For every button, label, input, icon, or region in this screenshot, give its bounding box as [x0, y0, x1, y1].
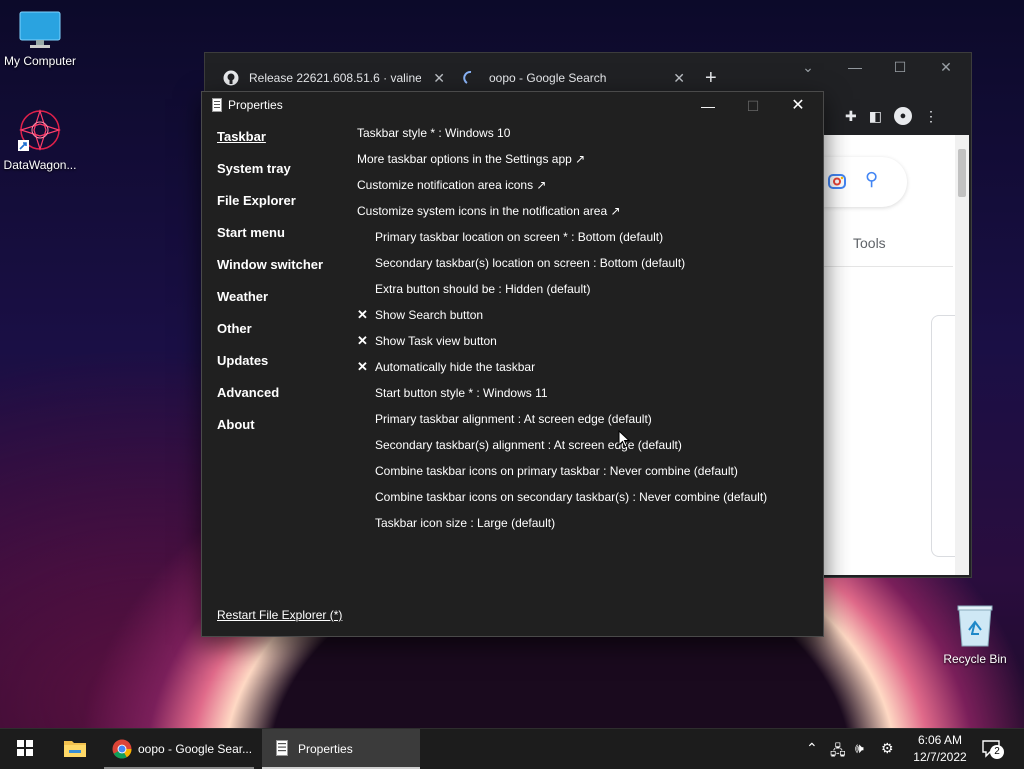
desktop-icon-datawagon[interactable]: DataWagon...	[0, 108, 80, 172]
desktop-icon-label: DataWagon...	[3, 158, 77, 172]
chrome-toolbar: ✚ ◧ ● ⋮	[815, 99, 969, 133]
volume-icon[interactable]: 🕪	[855, 740, 864, 757]
nav-about[interactable]: About	[217, 417, 255, 432]
desktop-icon-my-computer[interactable]: My Computer	[0, 10, 80, 68]
link-more-taskbar-options[interactable]: More taskbar options in the Settings app…	[357, 152, 585, 166]
minimize-icon[interactable]: —	[840, 59, 870, 75]
tab-title: oopo - Google Search	[489, 71, 607, 85]
option-show-task-view-button[interactable]: Show Task view button	[375, 334, 497, 348]
nav-file-explorer[interactable]: File Explorer	[217, 193, 296, 208]
checked-icon: ✕	[357, 359, 368, 374]
notification-center-icon[interactable]: 2	[982, 739, 1004, 759]
chrome-menu-icon[interactable]: ⋮	[924, 108, 938, 125]
option-extra-button[interactable]: Extra button should be : Hidden (default…	[375, 282, 590, 296]
tools-tab[interactable]: Tools	[853, 235, 886, 251]
option-secondary-alignment[interactable]: Secondary taskbar(s) alignment : At scre…	[375, 438, 682, 452]
option-auto-hide-taskbar[interactable]: Automatically hide the taskbar	[375, 360, 535, 374]
clock[interactable]: 6:06 AM 12/7/2022	[908, 732, 972, 766]
option-start-button-style[interactable]: Start button style * : Windows 11	[375, 386, 548, 400]
taskbar-properties[interactable]: Properties	[262, 729, 420, 769]
network-icon[interactable]: 🖧	[830, 740, 846, 764]
properties-icon	[212, 98, 222, 117]
loading-spinner-icon	[463, 70, 479, 86]
taskbar: oopo - Google Sear... Properties ⌃ 🖧 🕪 ⚙…	[0, 728, 1024, 769]
desktop-icon-recycle-bin[interactable]: Recycle Bin	[935, 604, 1015, 666]
settings-gear-icon[interactable]: ⚙	[881, 740, 894, 757]
side-panel-icon[interactable]: ◧	[869, 108, 882, 125]
taskbar-chrome[interactable]: oopo - Google Sear...	[104, 729, 254, 769]
new-tab-button[interactable]: +	[705, 67, 717, 90]
checked-icon: ✕	[357, 307, 368, 322]
close-window-icon[interactable]: ✕	[931, 59, 961, 76]
notification-count-badge: 2	[990, 745, 1004, 759]
tab-search-icon[interactable]: ⌄	[793, 59, 823, 76]
show-hidden-icons-chevron-icon[interactable]: ⌃	[806, 740, 818, 757]
properties-icon	[276, 739, 288, 759]
nav-other[interactable]: Other	[217, 321, 252, 336]
clock-date: 12/7/2022	[913, 750, 967, 764]
maximize-icon[interactable]: ☐	[885, 59, 915, 76]
close-tab-icon[interactable]: ✕	[673, 70, 685, 87]
chrome-tab-google-search[interactable]: oopo - Google Search ✕	[463, 63, 685, 93]
folder-icon	[63, 738, 87, 761]
properties-window[interactable]: Properties — ☐ ✕ Taskbar System tray Fil…	[201, 91, 824, 637]
datawagon-app-icon	[16, 108, 64, 154]
chrome-page-content: ⚲ Tools	[823, 135, 969, 575]
recycle-bin-icon	[955, 604, 995, 648]
option-taskbar-style[interactable]: Taskbar style * : Windows 10	[357, 126, 510, 140]
link-customize-system-icons[interactable]: Customize system icons in the notificati…	[357, 204, 621, 218]
github-icon	[223, 70, 239, 86]
option-combine-secondary[interactable]: Combine taskbar icons on secondary taskb…	[375, 490, 767, 504]
start-button[interactable]	[10, 729, 40, 769]
nav-advanced[interactable]: Advanced	[217, 385, 279, 400]
search-icon[interactable]: ⚲	[865, 169, 878, 190]
close-icon[interactable]: ✕	[775, 94, 821, 118]
restart-file-explorer-link[interactable]: Restart File Explorer (*)	[217, 608, 342, 622]
windows-logo-icon	[17, 739, 33, 759]
nav-window-switcher[interactable]: Window switcher	[217, 257, 323, 272]
extensions-icon[interactable]: ✚	[845, 108, 857, 125]
divider	[823, 266, 953, 267]
minimize-icon[interactable]: —	[685, 94, 731, 118]
link-customize-notification-icons[interactable]: Customize notification area icons ↗	[357, 178, 546, 192]
taskbar-item-label: oopo - Google Sear...	[138, 742, 253, 756]
option-secondary-taskbar-location[interactable]: Secondary taskbar(s) location on screen …	[375, 256, 685, 270]
profile-icon[interactable]: ●	[893, 107, 912, 125]
checked-icon: ✕	[357, 333, 368, 348]
option-combine-primary[interactable]: Combine taskbar icons on primary taskbar…	[375, 464, 738, 478]
desktop-icon-label: My Computer	[3, 54, 77, 68]
tab-title: Release 22621.608.51.6 · valinet/E	[249, 71, 421, 85]
taskbar-item-label: Properties	[298, 742, 353, 756]
mouse-cursor	[618, 429, 631, 448]
chrome-icon	[112, 739, 132, 759]
taskbar-file-explorer[interactable]	[56, 729, 94, 769]
clock-time: 6:06 AM	[917, 733, 963, 747]
properties-titlebar[interactable]: Properties — ☐ ✕	[202, 92, 823, 120]
properties-title: Properties	[228, 98, 283, 112]
nav-taskbar[interactable]: Taskbar	[217, 129, 266, 144]
search-box[interactable]: ⚲	[823, 157, 907, 207]
close-tab-icon[interactable]: ✕	[433, 70, 445, 87]
nav-weather[interactable]: Weather	[217, 289, 268, 304]
option-show-search-button[interactable]: Show Search button	[375, 308, 483, 322]
option-primary-taskbar-location[interactable]: Primary taskbar location on screen * : B…	[375, 230, 663, 244]
scrollbar-thumb[interactable]	[958, 149, 966, 197]
nav-updates[interactable]: Updates	[217, 353, 268, 368]
option-primary-alignment[interactable]: Primary taskbar alignment : At screen ed…	[375, 412, 652, 426]
monitor-icon	[18, 10, 62, 50]
nav-system-tray[interactable]: System tray	[217, 161, 291, 176]
desktop-icon-label: Recycle Bin	[943, 652, 1007, 666]
maximize-icon: ☐	[746, 98, 760, 114]
nav-start-menu[interactable]: Start menu	[217, 225, 285, 240]
chrome-tab-release[interactable]: Release 22621.608.51.6 · valinet/E ✕	[223, 63, 445, 93]
google-lens-icon[interactable]	[827, 171, 847, 191]
scrollbar[interactable]	[955, 135, 969, 575]
option-taskbar-icon-size[interactable]: Taskbar icon size : Large (default)	[375, 516, 555, 530]
